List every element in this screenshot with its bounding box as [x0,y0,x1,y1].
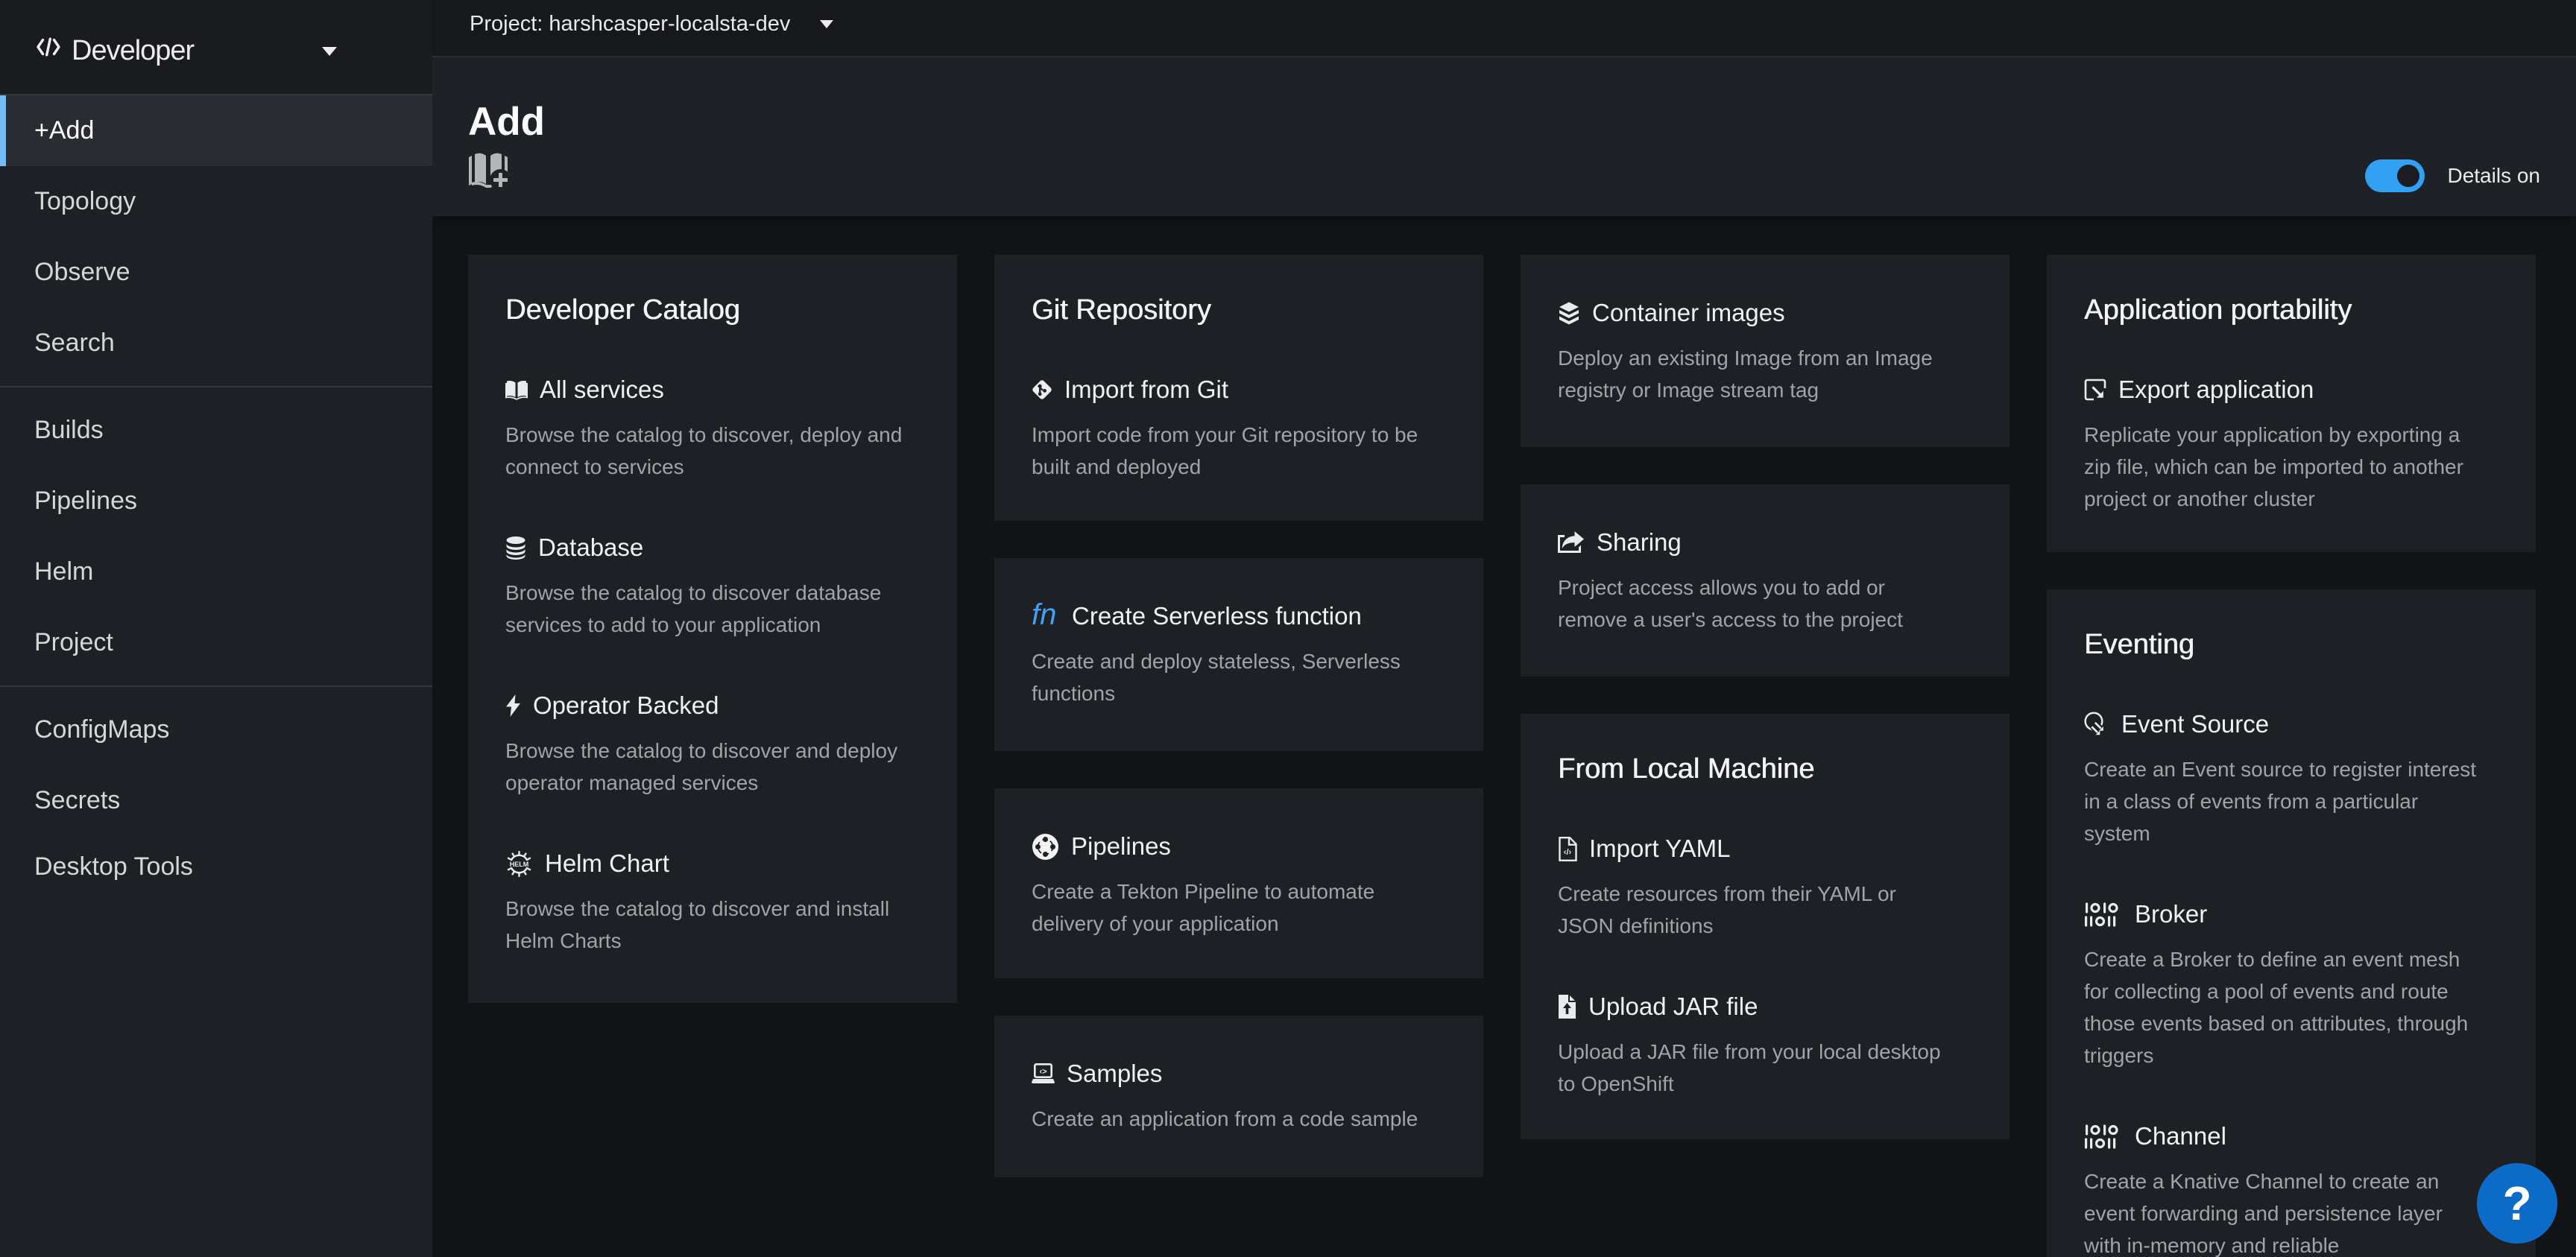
svg-text:‹>: ‹> [1039,1068,1046,1077]
svg-text:HELM: HELM [510,860,529,867]
svg-text:fn: fn [1032,600,1056,631]
svg-text:‹/›: ‹/› [1564,848,1572,857]
